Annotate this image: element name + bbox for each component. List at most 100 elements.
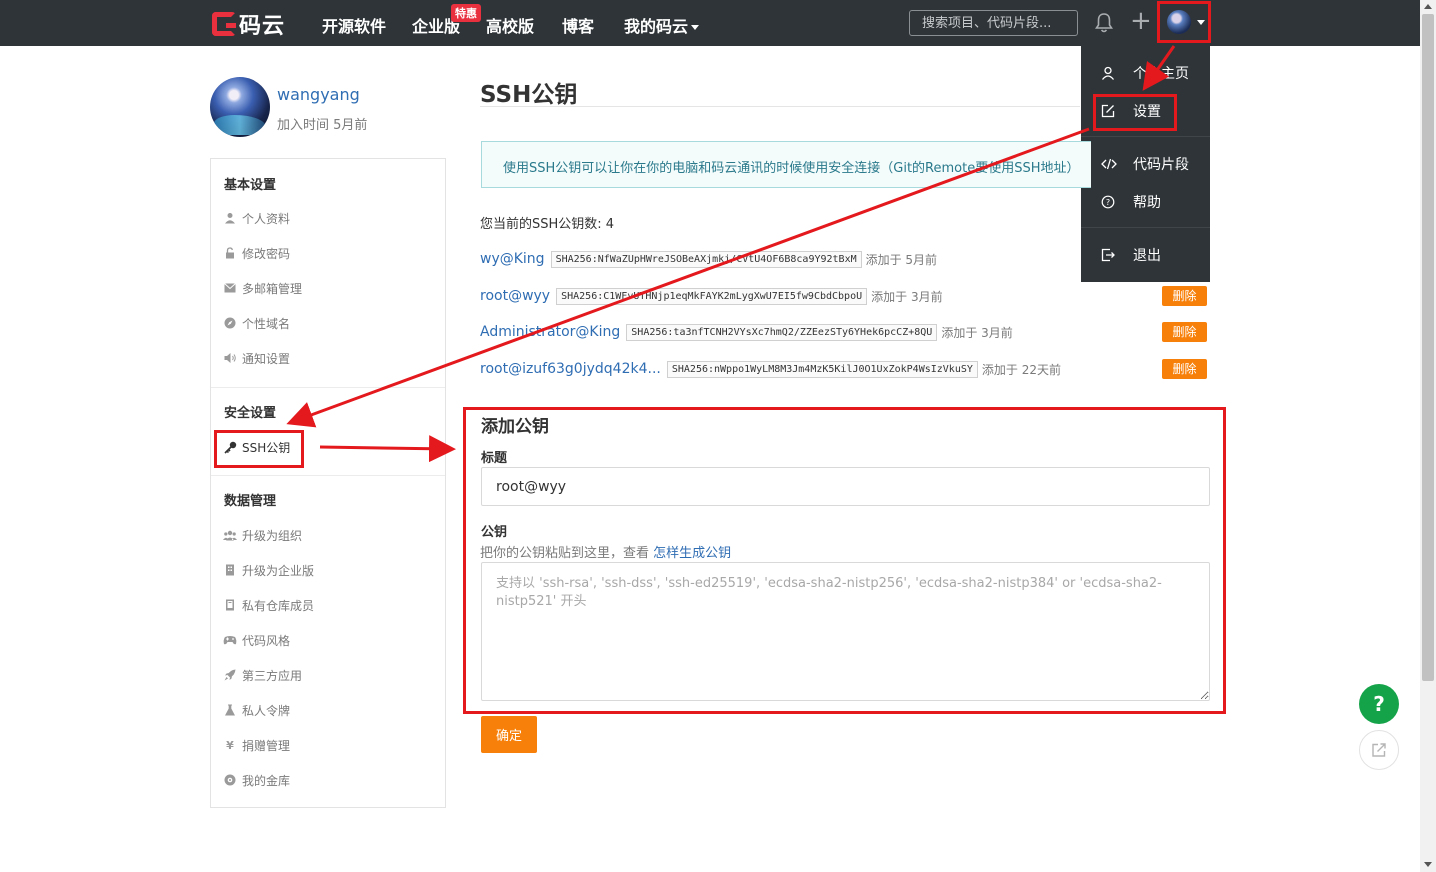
rocket-icon (223, 668, 237, 682)
sidebar-item-emails[interactable]: 多邮箱管理 (223, 278, 302, 298)
sidebar-divider (211, 475, 445, 476)
nav-my-gitee-label: 我的码云 (624, 17, 689, 36)
sidebar-item-notifications[interactable]: 通知设置 (223, 348, 290, 368)
users-icon (223, 528, 237, 542)
logo-text: 码云 (239, 14, 286, 39)
sidebar-item-vault[interactable]: 我的金库 (223, 770, 290, 790)
user-dropdown-menu: 个人主页 设置 代码片段 ? 帮助 退出 (1081, 46, 1210, 282)
sidebar-item-third-party[interactable]: 第三方应用 (223, 665, 302, 685)
sidebar-item-label: 个人资料 (242, 211, 291, 226)
logout-icon (1101, 248, 1115, 262)
ssh-key-added-time: 添加于 3月前 (871, 289, 943, 304)
ssh-key-fingerprint: SHA256:nWppo1WyLM8M3Jm4MzK5KilJ0O1UxZokP… (666, 360, 978, 378)
feedback-fab-button[interactable] (1359, 730, 1399, 770)
chevron-down-icon (691, 25, 700, 30)
nav-open-source[interactable]: 开源软件 (322, 13, 386, 37)
scroll-thumb[interactable] (1422, 14, 1434, 681)
ssh-key-added-time: 添加于 22天前 (981, 362, 1061, 377)
sidebar-item-label: 升级为组织 (242, 528, 303, 543)
title-divider (480, 106, 1080, 107)
menu-item-logout[interactable]: 退出 (1081, 238, 1210, 272)
yen-icon: ¥ (226, 738, 234, 752)
ssh-key-name[interactable]: root@wyy (480, 288, 550, 304)
nav-education[interactable]: 高校版 (486, 13, 534, 37)
menu-item-profile[interactable]: 个人主页 (1081, 56, 1210, 90)
plus-icon[interactable]: + (1130, 8, 1152, 34)
envelope-icon (223, 281, 237, 295)
profile-name-link[interactable]: wangyang (277, 85, 360, 104)
sidebar-item-private-members[interactable]: 私有仓库成员 (223, 595, 314, 615)
scroll-up-arrow-icon[interactable] (1424, 4, 1432, 9)
delete-key-button[interactable]: 删除 (1162, 322, 1207, 342)
ssh-key-row: wy@King SHA256:NfWaZUpHWreJSOBeAXjmkj/CV… (480, 249, 937, 269)
gitee-logo[interactable]: 码云 (212, 8, 285, 40)
delete-key-button[interactable]: 删除 (1162, 286, 1207, 306)
ssh-key-fingerprint: SHA256:NfWaZUpHWreJSOBeAXjmkj/CVtU4OF6B8… (550, 250, 862, 268)
sidebar-item-label: 多邮箱管理 (242, 281, 303, 296)
annotation-box-add-key (463, 407, 1226, 714)
nav-promo-badge: 特惠 (451, 4, 481, 22)
help-fab-button[interactable]: ? (1359, 684, 1399, 724)
menu-item-help[interactable]: ? 帮助 (1081, 185, 1210, 219)
page-title: SSH公钥 (480, 82, 578, 108)
svg-text:?: ? (1106, 198, 1110, 207)
sidebar-heading-security: 安全设置 (224, 406, 277, 421)
flask-icon (223, 703, 237, 717)
sidebar-item-label: 通知设置 (242, 351, 291, 366)
sidebar-item-label: 个性域名 (242, 316, 291, 331)
ssh-info-alert: 使用SSH公钥可以让你在你的电脑和码云通讯的时候使用安全连接（Git的Remot… (481, 141, 1091, 188)
ssh-info-text: 使用SSH公钥可以让你在你的电脑和码云通讯的时候使用安全连接（Git的Remot… (503, 161, 1080, 176)
menu-divider (1081, 227, 1210, 228)
submit-key-button[interactable]: 确定 (481, 716, 537, 753)
volume-icon (223, 351, 237, 365)
sidebar-item-donations[interactable]: ¥ 捐赠管理 (223, 735, 290, 755)
unlock-icon (223, 246, 237, 260)
settings-sidebar: 基本设置 个人资料 修改密码 多邮箱管理 个性域名 通知设置 安全设置 SSH公… (210, 158, 446, 808)
bell-icon[interactable] (1095, 12, 1113, 34)
sidebar-item-profile[interactable]: 个人资料 (223, 208, 290, 228)
page-scrollbar[interactable] (1420, 0, 1436, 872)
annotation-box-settings (1093, 94, 1177, 131)
ssh-key-name[interactable]: Administrator@King (480, 324, 620, 340)
nav-my-gitee[interactable]: 我的码云 (624, 13, 700, 37)
delete-key-button[interactable]: 删除 (1162, 359, 1207, 379)
sidebar-item-tokens[interactable]: 私人令牌 (223, 700, 290, 720)
sidebar-heading-data: 数据管理 (224, 494, 277, 509)
sidebar-item-domain[interactable]: 个性域名 (223, 313, 290, 333)
menu-item-snippets[interactable]: 代码片段 (1081, 147, 1210, 181)
ssh-key-name[interactable]: root@izuf63g0jydq42k4... (480, 361, 661, 377)
menu-item-snippets-label: 代码片段 (1133, 157, 1189, 173)
search-input[interactable] (909, 10, 1078, 36)
ssh-key-count: 您当前的SSH公钥数: 4 (480, 217, 615, 232)
gamepad-icon (223, 633, 237, 647)
sidebar-item-code-style[interactable]: 代码风格 (223, 630, 290, 650)
ssh-key-fingerprint: SHA256:ta3nfTCNH2VYsXc7hmQ2/ZZEezSTy6YHe… (626, 323, 938, 341)
ssh-key-added-time: 添加于 3月前 (941, 325, 1013, 340)
sidebar-item-upgrade-org[interactable]: 升级为组织 (223, 525, 302, 545)
menu-item-help-label: 帮助 (1133, 195, 1161, 211)
book-icon (223, 598, 237, 612)
annotation-box-ssh (214, 430, 304, 468)
sidebar-item-label: 修改密码 (242, 246, 291, 261)
sidebar-item-label: 我的金库 (242, 773, 291, 788)
sidebar-item-upgrade-enterprise[interactable]: 升级为企业版 (223, 560, 314, 580)
building-icon (223, 563, 237, 577)
scroll-down-arrow-icon[interactable] (1424, 862, 1432, 867)
annotation-box-avatar (1157, 1, 1211, 43)
profile-avatar[interactable] (210, 77, 270, 137)
vault-icon (223, 773, 237, 787)
sidebar-item-label: 代码风格 (242, 633, 291, 648)
logo-g-icon (212, 12, 236, 36)
ssh-key-name[interactable]: wy@King (480, 251, 545, 267)
sidebar-item-label: 私人令牌 (242, 703, 291, 718)
ssh-key-row: root@izuf63g0jydq42k4... SHA256:nWppo1Wy… (480, 359, 1061, 379)
nav-blog[interactable]: 博客 (562, 13, 594, 37)
sidebar-divider (211, 387, 445, 388)
menu-item-profile-label: 个人主页 (1133, 66, 1189, 82)
sidebar-heading-basic: 基本设置 (224, 178, 277, 193)
compass-icon (223, 316, 237, 330)
sidebar-item-password[interactable]: 修改密码 (223, 243, 290, 263)
menu-divider (1081, 136, 1210, 137)
code-icon (1101, 158, 1117, 170)
sidebar-item-label: 捐赠管理 (242, 738, 291, 753)
